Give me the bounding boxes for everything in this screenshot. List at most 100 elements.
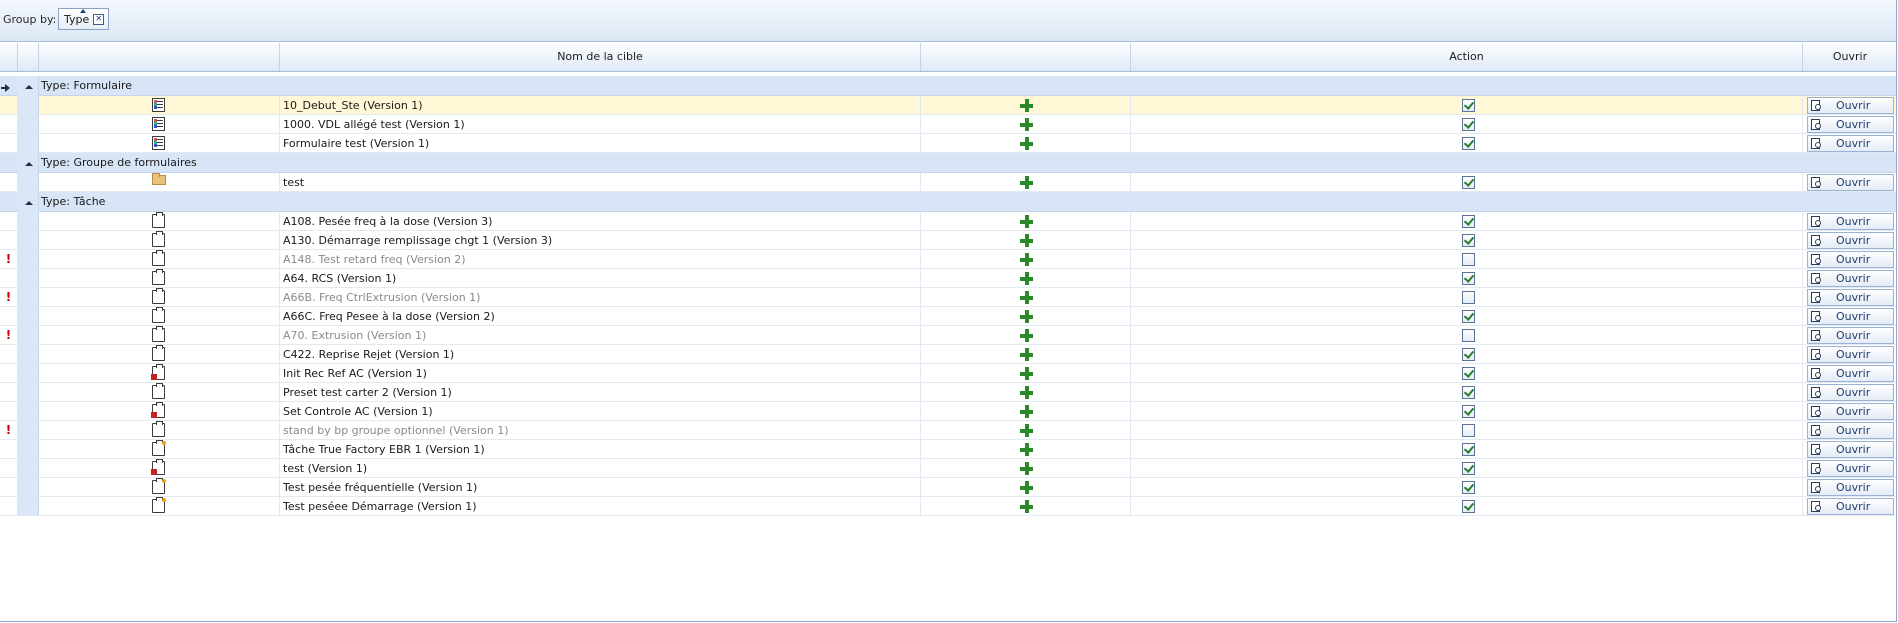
header-target-name[interactable]: Nom de la cible — [280, 43, 921, 71]
group-collapse-toggle[interactable] — [18, 153, 39, 173]
action-checkbox[interactable] — [1462, 348, 1475, 361]
add-plus-icon[interactable] — [1020, 443, 1033, 456]
table-row[interactable]: Test pesée fréquentielle (Version 1) Ouvr… — [0, 478, 1896, 497]
open-button[interactable]: Ouvrir — [1807, 174, 1894, 191]
open-button[interactable]: Ouvrir — [1807, 135, 1894, 152]
open-button[interactable]: Ouvrir — [1807, 116, 1894, 133]
grid-frame: Group by: Type ✕ Nom de la cible Action … — [0, 0, 1897, 622]
add-plus-icon[interactable] — [1020, 215, 1033, 228]
header-add-column[interactable] — [921, 43, 1131, 71]
open-button[interactable]: Ouvrir — [1807, 384, 1894, 401]
table-row[interactable]: ! A148. Test retard freq (Version 2) Ouvri… — [0, 250, 1896, 269]
action-checkbox[interactable] — [1462, 405, 1475, 418]
open-button[interactable]: Ouvrir — [1807, 403, 1894, 420]
open-button[interactable]: Ouvrir — [1807, 479, 1894, 496]
table-row[interactable]: Set Controle AC (Version 1) Ouvrir — [0, 402, 1896, 421]
action-checkbox[interactable] — [1462, 118, 1475, 131]
action-checkbox[interactable] — [1462, 500, 1475, 513]
table-row[interactable]: 1000. VDL allégé test (Version 1) Ouvrir — [0, 115, 1896, 134]
table-row[interactable]: ! A70. Extrusion (Version 1) Ouvrir — [0, 326, 1896, 345]
chevron-up-icon — [25, 201, 33, 205]
add-plus-icon[interactable] — [1020, 462, 1033, 475]
table-row[interactable]: A66C. Freq Pesee à la dose (Version 2) Ou… — [0, 307, 1896, 326]
header-icon-column[interactable] — [39, 43, 280, 71]
add-plus-icon[interactable] — [1020, 500, 1033, 513]
table-row[interactable]: A130. Démarrage remplissage chgt 1 (Vers… — [0, 231, 1896, 250]
remove-group-icon[interactable]: ✕ — [93, 13, 105, 25]
open-cell: Ouvrir — [1803, 497, 1896, 516]
action-checkbox[interactable] — [1462, 215, 1475, 228]
action-checkbox[interactable] — [1462, 253, 1475, 266]
table-row[interactable]: Tâche True Factory EBR 1 (Version 1) Ouvr… — [0, 440, 1896, 459]
open-button[interactable]: Ouvrir — [1807, 365, 1894, 382]
open-button[interactable]: Ouvrir — [1807, 346, 1894, 363]
add-plus-icon[interactable] — [1020, 348, 1033, 361]
group-row[interactable]: Type: Tâche — [0, 192, 1896, 212]
add-plus-icon[interactable] — [1020, 99, 1033, 112]
table-row[interactable]: ! A66B. Freq CtrlExtrusion (Version 1) Ouv… — [0, 288, 1896, 307]
table-row[interactable]: C422. Reprise Rejet (Version 1) Ouvrir — [0, 345, 1896, 364]
table-row[interactable]: 10_Debut_Ste (Version 1) Ouvrir — [0, 96, 1896, 115]
open-button[interactable]: Ouvrir — [1807, 327, 1894, 344]
open-button-label: Ouvrir — [1836, 291, 1871, 304]
open-button[interactable]: Ouvrir — [1807, 498, 1894, 515]
form-icon — [152, 117, 165, 131]
action-checkbox[interactable] — [1462, 462, 1475, 475]
action-checkbox[interactable] — [1462, 310, 1475, 323]
add-plus-icon[interactable] — [1020, 272, 1033, 285]
add-plus-icon[interactable] — [1020, 253, 1033, 266]
table-row[interactable]: A108. Pesée freq à la dose (Version 3) Ou… — [0, 212, 1896, 231]
group-collapse-toggle[interactable] — [18, 192, 39, 212]
action-checkbox[interactable] — [1462, 99, 1475, 112]
open-button[interactable]: Ouvrir — [1807, 422, 1894, 439]
open-button[interactable]: Ouvrir — [1807, 251, 1894, 268]
add-plus-icon[interactable] — [1020, 367, 1033, 380]
table-row[interactable]: Formulaire test (Version 1) Ouvrir — [0, 134, 1896, 153]
group-chip-type[interactable]: Type ✕ — [58, 8, 110, 30]
add-plus-icon[interactable] — [1020, 137, 1033, 150]
table-row[interactable]: test Ouvrir — [0, 173, 1896, 192]
add-plus-icon[interactable] — [1020, 291, 1033, 304]
open-button[interactable]: Ouvrir — [1807, 97, 1894, 114]
header-action[interactable]: Action — [1131, 43, 1803, 71]
open-button[interactable]: Ouvrir — [1807, 270, 1894, 287]
header-open[interactable]: Ouvrir — [1803, 43, 1896, 71]
add-plus-icon[interactable] — [1020, 424, 1033, 437]
add-plus-icon[interactable] — [1020, 405, 1033, 418]
action-checkbox[interactable] — [1462, 291, 1475, 304]
open-button[interactable]: Ouvrir — [1807, 289, 1894, 306]
action-checkbox[interactable] — [1462, 329, 1475, 342]
table-row[interactable]: A64. RCS (Version 1) Ouvrir — [0, 269, 1896, 288]
group-row[interactable]: Type: Groupe de formulaires — [0, 153, 1896, 173]
action-checkbox[interactable] — [1462, 272, 1475, 285]
add-plus-icon[interactable] — [1020, 481, 1033, 494]
add-plus-icon[interactable] — [1020, 310, 1033, 323]
table-row[interactable]: Init Rec Ref AC (Version 1) Ouvrir — [0, 364, 1896, 383]
action-checkbox[interactable] — [1462, 137, 1475, 150]
open-button[interactable]: Ouvrir — [1807, 213, 1894, 230]
add-plus-icon[interactable] — [1020, 118, 1033, 131]
table-row[interactable]: test (Version 1) Ouvrir — [0, 459, 1896, 478]
table-row[interactable]: Test peséee Démarrage (Version 1) Ouvrir — [0, 497, 1896, 516]
add-plus-icon[interactable] — [1020, 386, 1033, 399]
add-plus-icon[interactable] — [1020, 176, 1033, 189]
open-button[interactable]: Ouvrir — [1807, 441, 1894, 458]
open-button[interactable]: Ouvrir — [1807, 232, 1894, 249]
open-cell: Ouvrir — [1803, 364, 1896, 383]
action-checkbox[interactable] — [1462, 234, 1475, 247]
action-checkbox[interactable] — [1462, 481, 1475, 494]
group-collapse-toggle[interactable] — [18, 76, 39, 96]
add-plus-icon[interactable] — [1020, 329, 1033, 342]
action-checkbox[interactable] — [1462, 367, 1475, 380]
action-checkbox[interactable] — [1462, 443, 1475, 456]
action-checkbox[interactable] — [1462, 424, 1475, 437]
add-plus-icon[interactable] — [1020, 234, 1033, 247]
table-row[interactable]: ! stand by bp groupe optionnel (Version 1… — [0, 421, 1896, 440]
open-button[interactable]: Ouvrir — [1807, 460, 1894, 477]
row-indicator — [0, 269, 18, 288]
group-row[interactable]: Type: Formulaire — [0, 76, 1896, 96]
open-button[interactable]: Ouvrir — [1807, 308, 1894, 325]
action-checkbox[interactable] — [1462, 176, 1475, 189]
action-checkbox[interactable] — [1462, 386, 1475, 399]
table-row[interactable]: Preset test carter 2 (Version 1) Ouvrir — [0, 383, 1896, 402]
